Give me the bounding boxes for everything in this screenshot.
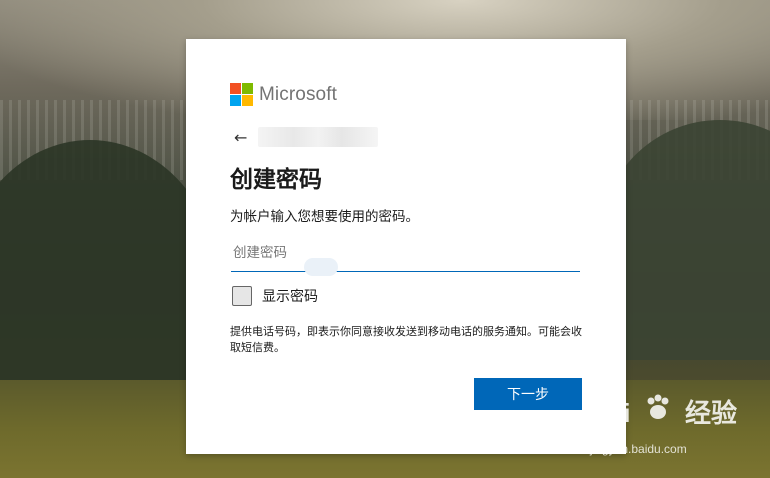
arrow-left-icon[interactable]: ← bbox=[234, 128, 252, 147]
next-button[interactable]: 下一步 bbox=[474, 378, 582, 410]
microsoft-logo: Microsoft bbox=[230, 83, 337, 106]
baidu-jingyan-watermark: Bai 经验 jingyan.baidu.com bbox=[590, 392, 765, 470]
watermark-url: jingyan.baidu.com bbox=[590, 442, 687, 456]
page-description: 为帐户输入您想要使用的密码。 bbox=[230, 209, 419, 225]
password-field-wrapper bbox=[231, 239, 584, 272]
watermark-brand-left: Bai bbox=[590, 398, 631, 428]
account-row: ← bbox=[234, 127, 378, 147]
watermark-brand-right: 经验 bbox=[684, 398, 737, 428]
logo-square-yellow bbox=[242, 95, 253, 106]
show-password-checkbox[interactable] bbox=[232, 286, 252, 306]
microsoft-grid-icon bbox=[230, 83, 253, 106]
signup-card: Microsoft ← 创建密码 为帐户输入您想要使用的密码。 显示密码 提供电… bbox=[186, 39, 626, 454]
logo-square-green bbox=[242, 83, 253, 94]
sms-notice: 提供电话号码，即表示你同意接收发送到移动电话的服务通知。可能会收取短信费。 bbox=[230, 325, 582, 354]
email-identity-blurred bbox=[258, 127, 378, 147]
logo-text: Microsoft bbox=[259, 83, 337, 105]
show-password-row[interactable]: 显示密码 bbox=[232, 286, 318, 306]
page-title: 创建密码 bbox=[230, 167, 322, 193]
logo-square-red bbox=[230, 83, 241, 94]
watermark-brand: Bai 经验 bbox=[590, 392, 737, 430]
paw-icon bbox=[638, 392, 678, 429]
show-password-label[interactable]: 显示密码 bbox=[262, 286, 318, 306]
password-input[interactable] bbox=[231, 239, 584, 267]
logo-square-blue bbox=[230, 95, 241, 106]
input-highlight-blur bbox=[304, 258, 338, 276]
